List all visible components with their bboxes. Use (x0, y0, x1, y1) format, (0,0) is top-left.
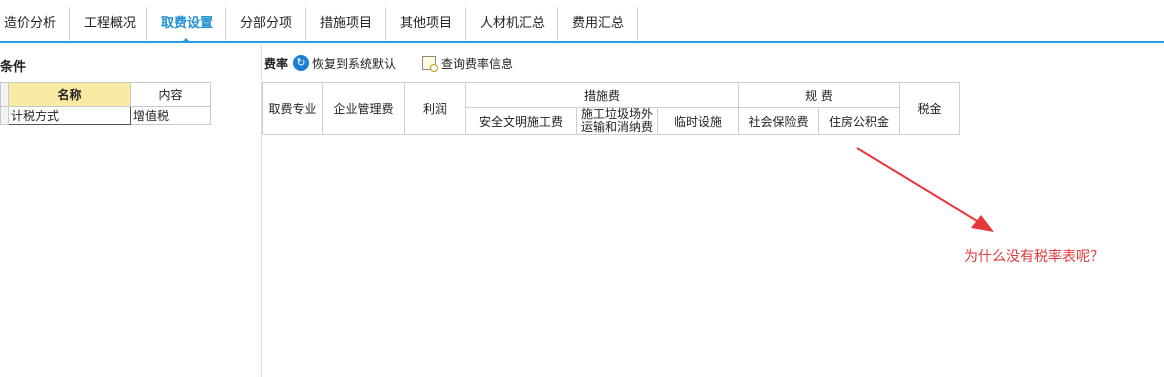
annotation-arrow-icon (856, 147, 994, 232)
annotation-text: 为什么没有税率表呢？ (964, 249, 1104, 265)
